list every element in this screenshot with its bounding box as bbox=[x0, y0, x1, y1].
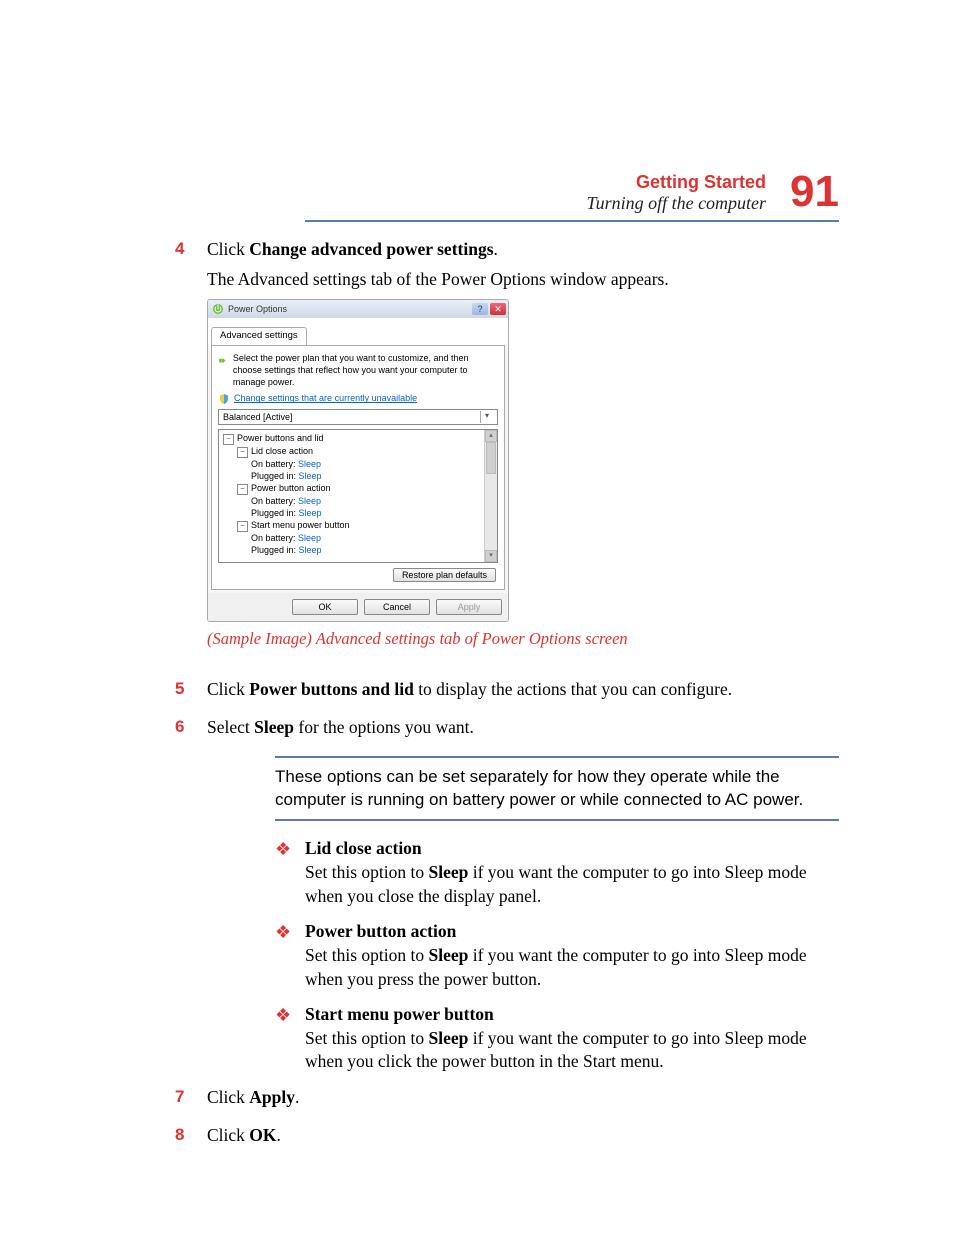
section-title: Turning off the computer bbox=[587, 193, 767, 214]
power-plan-select[interactable]: Balanced [Active] ▾ bbox=[218, 409, 498, 425]
shield-icon bbox=[218, 393, 230, 405]
diamond-icon: ❖ bbox=[275, 1003, 305, 1074]
scroll-thumb[interactable] bbox=[486, 442, 496, 474]
step-text: . bbox=[277, 1125, 281, 1145]
tree-value[interactable]: Sleep bbox=[298, 496, 321, 506]
chapter-title: Getting Started bbox=[587, 172, 767, 193]
dialog-title: Power Options bbox=[228, 303, 287, 315]
step-number: 4 bbox=[175, 238, 207, 664]
bullet-text: Set this option to bbox=[305, 1028, 428, 1048]
chevron-down-icon: ▾ bbox=[480, 411, 493, 423]
step-bold: OK bbox=[249, 1125, 276, 1145]
step-number: 8 bbox=[175, 1124, 207, 1148]
step-text: for the options you want. bbox=[294, 717, 474, 737]
ok-button[interactable]: OK bbox=[292, 599, 358, 615]
scroll-down-button[interactable]: ▾ bbox=[485, 550, 497, 562]
dialog-titlebar: Power Options ? ✕ bbox=[208, 300, 508, 318]
tree-value[interactable]: Sleep bbox=[299, 508, 322, 518]
tree-label: On battery: bbox=[251, 496, 298, 506]
collapse-icon[interactable]: − bbox=[237, 447, 248, 458]
step-number: 6 bbox=[175, 716, 207, 740]
step-text: Click bbox=[207, 1087, 249, 1107]
tree-label: Plugged in: bbox=[251, 545, 299, 555]
tree-label: Plugged in: bbox=[251, 471, 299, 481]
tree-value[interactable]: Sleep bbox=[298, 459, 321, 469]
bullet-title: Start menu power button bbox=[305, 1004, 494, 1024]
power-plan-icon bbox=[218, 352, 227, 370]
power-icon bbox=[212, 303, 224, 315]
tree-label: Plugged in: bbox=[251, 508, 299, 518]
bullet-bold: Sleep bbox=[428, 1028, 468, 1048]
tree-value[interactable]: Sleep bbox=[299, 471, 322, 481]
image-caption: (Sample Image) Advanced settings tab of … bbox=[207, 628, 839, 650]
step-bold: Change advanced power settings bbox=[249, 239, 493, 259]
diamond-icon: ❖ bbox=[275, 837, 305, 908]
scroll-up-button[interactable]: ▴ bbox=[485, 430, 497, 442]
tree-lid-close: Lid close action bbox=[251, 446, 313, 456]
tree-power-button: Power button action bbox=[251, 483, 331, 493]
step-subtext: The Advanced settings tab of the Power O… bbox=[207, 268, 839, 292]
page-header: Getting Started Turning off the computer… bbox=[305, 170, 839, 222]
step-text: . bbox=[494, 239, 498, 259]
step-text: Click bbox=[207, 679, 249, 699]
settings-tree[interactable]: −Power buttons and lid −Lid close action… bbox=[218, 429, 498, 563]
tree-start-menu: Start menu power button bbox=[251, 520, 350, 530]
selected-plan: Balanced [Active] bbox=[223, 411, 293, 423]
tree-label: On battery: bbox=[251, 459, 298, 469]
step-number: 7 bbox=[175, 1086, 207, 1110]
dialog-close-button[interactable]: ✕ bbox=[490, 303, 506, 315]
note-block: These options can be set separately for … bbox=[275, 756, 839, 822]
step-text: Click bbox=[207, 239, 249, 259]
step-text: Click bbox=[207, 1125, 249, 1145]
diamond-icon: ❖ bbox=[275, 920, 305, 991]
bullet-title: Power button action bbox=[305, 921, 456, 941]
change-settings-link[interactable]: Change settings that are currently unava… bbox=[234, 392, 417, 404]
step-bold: Power buttons and lid bbox=[249, 679, 414, 699]
scrollbar[interactable]: ▴ ▾ bbox=[484, 430, 497, 562]
bullet-bold: Sleep bbox=[428, 945, 468, 965]
tree-value[interactable]: Sleep bbox=[299, 545, 322, 555]
power-options-dialog: Power Options ? ✕ Advanced settings bbox=[207, 299, 509, 622]
step-text: . bbox=[295, 1087, 299, 1107]
page-number: 91 bbox=[790, 170, 839, 214]
step-bold: Apply bbox=[249, 1087, 295, 1107]
restore-defaults-button[interactable]: Restore plan defaults bbox=[393, 568, 496, 582]
dialog-help-button[interactable]: ? bbox=[472, 303, 488, 315]
apply-button[interactable]: Apply bbox=[436, 599, 502, 615]
cancel-button[interactable]: Cancel bbox=[364, 599, 430, 615]
collapse-icon[interactable]: − bbox=[237, 521, 248, 532]
tree-label: On battery: bbox=[251, 533, 298, 543]
dialog-intro-text: Select the power plan that you want to c… bbox=[233, 352, 498, 388]
step-bold: Sleep bbox=[254, 717, 294, 737]
bullet-text: Set this option to bbox=[305, 945, 428, 965]
tree-value[interactable]: Sleep bbox=[298, 533, 321, 543]
step-text: to display the actions that you can conf… bbox=[414, 679, 732, 699]
bullet-text: Set this option to bbox=[305, 862, 428, 882]
bullet-title: Lid close action bbox=[305, 838, 422, 858]
tree-root: Power buttons and lid bbox=[237, 433, 324, 443]
tab-advanced-settings[interactable]: Advanced settings bbox=[211, 327, 307, 345]
collapse-icon[interactable]: − bbox=[237, 484, 248, 495]
bullet-bold: Sleep bbox=[428, 862, 468, 882]
collapse-icon[interactable]: − bbox=[223, 434, 234, 445]
step-text: Select bbox=[207, 717, 254, 737]
step-number: 5 bbox=[175, 678, 207, 702]
